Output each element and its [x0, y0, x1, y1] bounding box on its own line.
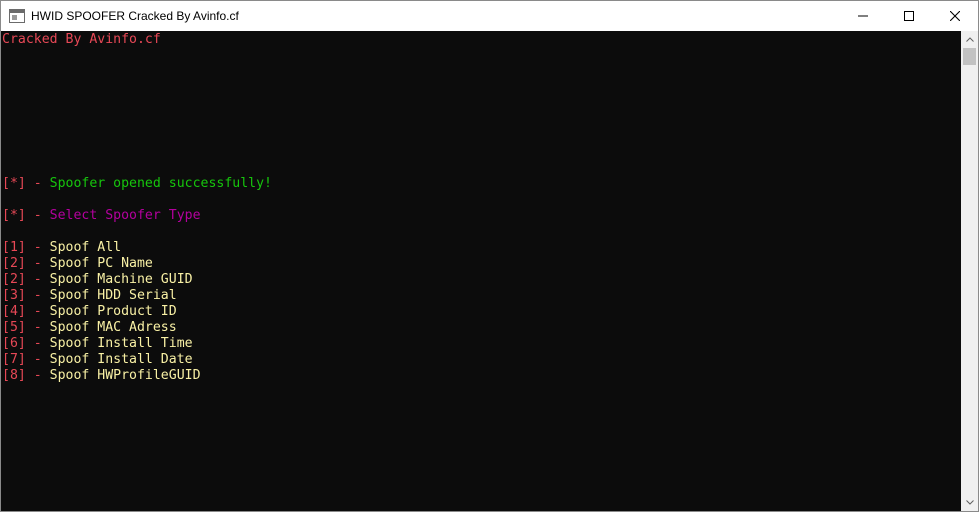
- banner-text: Cracked By Avinfo.cf: [2, 32, 161, 47]
- scrollbar-thumb[interactable]: [963, 48, 976, 65]
- title-bar[interactable]: HWID SPOOFER Cracked By Avinfo.cf: [1, 1, 978, 31]
- menu-option: [4] - Spoof Product ID: [2, 304, 177, 320]
- option-number: [3]: [2, 288, 26, 303]
- option-label: Spoof Machine GUID: [49, 272, 193, 287]
- minimize-button[interactable]: [840, 1, 886, 31]
- option-separator: -: [25, 352, 50, 367]
- option-number: [2]: [2, 256, 26, 271]
- option-label: Spoof HWProfileGUID: [49, 368, 201, 383]
- option-number: [6]: [2, 336, 26, 351]
- status-bracket: [*]: [2, 176, 26, 191]
- option-number: [1]: [2, 240, 26, 255]
- option-label: Spoof All: [49, 240, 122, 255]
- arrow-up-icon: [965, 37, 974, 42]
- arrow-down-icon: [965, 500, 974, 505]
- menu-option: [2] - Spoof Machine GUID: [2, 272, 193, 288]
- option-number: [5]: [2, 320, 26, 335]
- maximize-button[interactable]: [886, 1, 932, 31]
- option-label: Spoof Install Time: [49, 336, 193, 351]
- minimize-icon: [858, 15, 868, 17]
- menu-option: [1] - Spoof All: [2, 240, 121, 256]
- prompt-separator: -: [25, 208, 50, 223]
- maximize-icon: [904, 11, 914, 21]
- option-separator: -: [25, 256, 50, 271]
- option-number: [2]: [2, 272, 26, 287]
- close-button[interactable]: [932, 1, 978, 31]
- window-title: HWID SPOOFER Cracked By Avinfo.cf: [31, 9, 239, 23]
- close-icon: [950, 11, 960, 21]
- console-window: HWID SPOOFER Cracked By Avinfo.cf Cracke…: [0, 0, 979, 512]
- option-number: [4]: [2, 304, 26, 319]
- option-separator: -: [25, 304, 50, 319]
- option-label: Spoof Install Date: [49, 352, 193, 367]
- option-separator: -: [25, 272, 50, 287]
- prompt-text: Select Spoofer Type: [49, 208, 201, 223]
- status-text: Spoofer opened successfully!: [49, 176, 272, 191]
- status-separator: -: [25, 176, 50, 191]
- console-output[interactable]: Cracked By Avinfo.cf [*] - Spoofer opene…: [1, 31, 961, 511]
- menu-option: [8] - Spoof HWProfileGUID: [2, 368, 201, 384]
- menu-option: [3] - Spoof HDD Serial: [2, 288, 177, 304]
- menu-option: [2] - Spoof PC Name: [2, 256, 153, 272]
- window-controls: [840, 1, 978, 31]
- scroll-up-button[interactable]: [961, 31, 978, 48]
- option-separator: -: [25, 240, 50, 255]
- vertical-scrollbar[interactable]: [961, 31, 978, 511]
- scroll-down-button[interactable]: [961, 494, 978, 511]
- status-line: [*] - Spoofer opened successfully!: [2, 176, 272, 192]
- option-number: [7]: [2, 352, 26, 367]
- menu-option: [6] - Spoof Install Time: [2, 336, 193, 352]
- option-separator: -: [25, 336, 50, 351]
- console-window-icon: [9, 9, 25, 23]
- option-label: Spoof MAC Adress: [49, 320, 177, 335]
- option-label: Spoof HDD Serial: [49, 288, 177, 303]
- option-label: Spoof Product ID: [49, 304, 177, 319]
- menu-option: [7] - Spoof Install Date: [2, 352, 193, 368]
- prompt-line: [*] - Select Spoofer Type: [2, 208, 201, 224]
- prompt-bracket: [*]: [2, 208, 26, 223]
- option-number: [8]: [2, 368, 26, 383]
- option-separator: -: [25, 288, 50, 303]
- option-separator: -: [25, 368, 50, 383]
- menu-option: [5] - Spoof MAC Adress: [2, 320, 177, 336]
- option-label: Spoof PC Name: [49, 256, 153, 271]
- option-separator: -: [25, 320, 50, 335]
